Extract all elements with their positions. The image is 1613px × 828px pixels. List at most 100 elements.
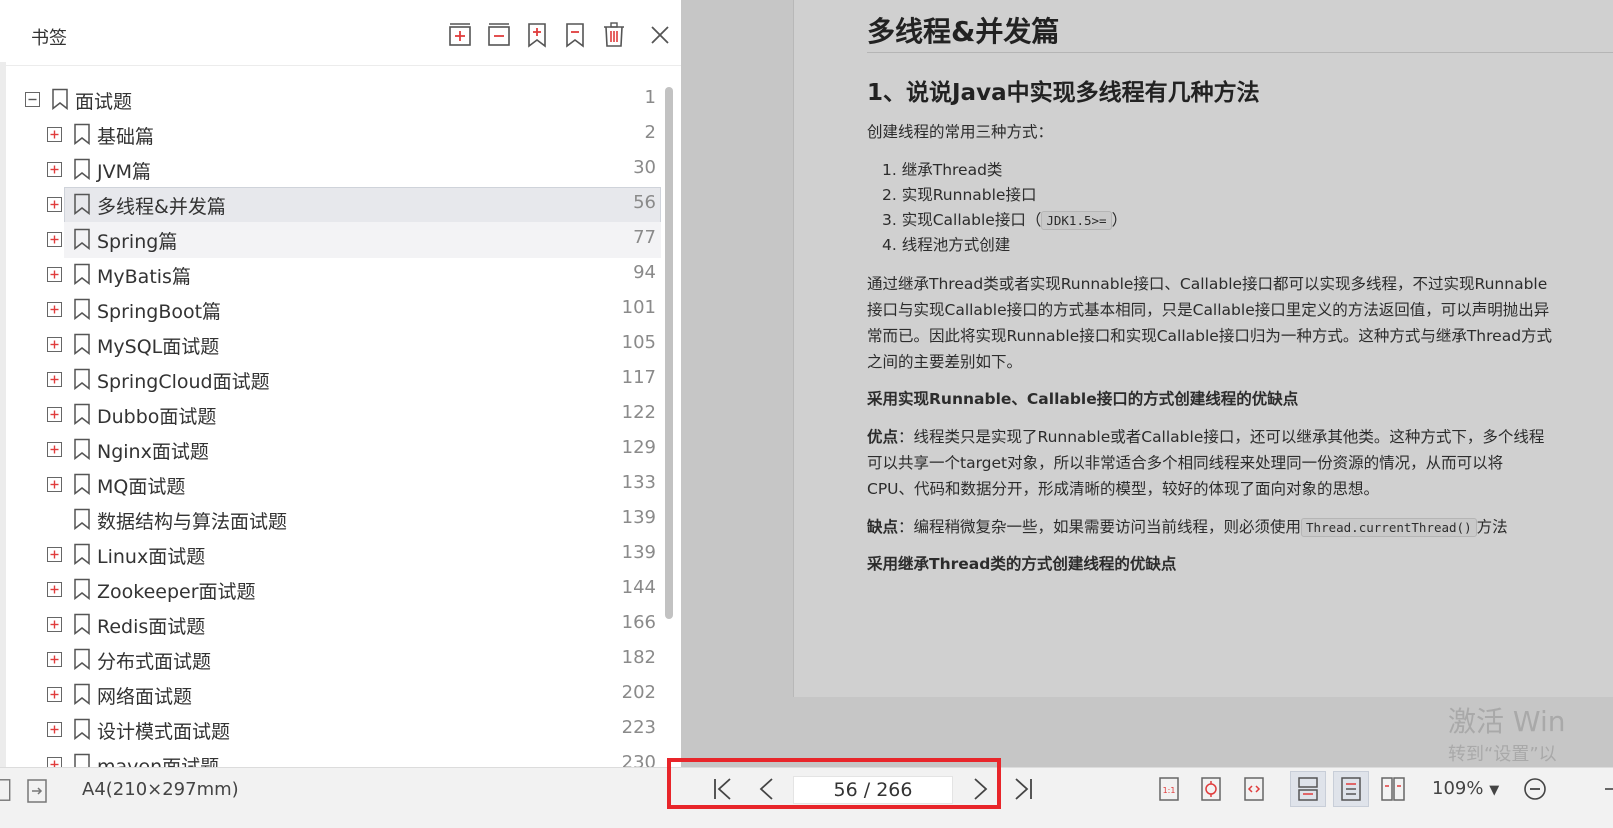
export-page-icon <box>27 779 47 803</box>
remove-bookmark-button[interactable] <box>560 20 590 50</box>
bookmark-icon <box>74 508 90 530</box>
list-item: 1. 继承Thread类 <box>882 161 1003 179</box>
zoom-level-value: 109% <box>1432 778 1484 799</box>
bookmark-label: MySQL面试题 <box>97 336 220 358</box>
bookmark-page-number: 202 <box>621 682 656 703</box>
fit-page-button[interactable] <box>1196 774 1226 804</box>
zoom-slider[interactable] <box>1600 774 1613 804</box>
collapse-all-icon <box>488 23 510 46</box>
bookmark-page-number: 105 <box>621 332 656 353</box>
bookmark-item[interactable]: 网络面试题 202 <box>18 677 678 711</box>
page-thumb-icon[interactable] <box>0 776 12 804</box>
bookmark-label: 多线程&并发篇 <box>97 196 226 218</box>
expand-all-button[interactable] <box>445 20 475 50</box>
expand-toggle-icon[interactable] <box>47 337 62 352</box>
expand-toggle-icon[interactable] <box>47 477 62 492</box>
subheading: 采用继承Thread类的方式创建线程的优缺点 <box>867 555 1177 573</box>
section-heading: 多线程&并发篇 <box>867 15 1060 48</box>
bookmark-item[interactable]: MyBatis篇 94 <box>18 257 678 291</box>
first-page-icon <box>714 778 731 800</box>
bookmark-icon <box>74 263 90 285</box>
next-page-icon <box>974 778 988 800</box>
fit-width-button[interactable] <box>1239 774 1269 804</box>
bookmark-icon <box>74 158 90 180</box>
page-number-input[interactable]: 56 / 266 <box>793 776 953 804</box>
bookmark-page-number: 122 <box>621 402 656 423</box>
expand-toggle-icon[interactable] <box>47 652 62 667</box>
expand-toggle-icon[interactable] <box>47 162 62 177</box>
last-page-button[interactable] <box>1008 774 1038 804</box>
add-bookmark-icon <box>528 23 546 48</box>
zoom-level-dropdown[interactable]: 109% ▼ <box>1432 778 1499 799</box>
bookmark-item[interactable]: Dubbo面试题 122 <box>18 397 678 431</box>
collapse-all-button[interactable] <box>484 20 514 50</box>
bookmark-scrollbar[interactable] <box>665 87 673 619</box>
bookmark-page-number: 166 <box>621 612 656 633</box>
bookmark-page-number: 1 <box>644 87 656 108</box>
bookmark-icon <box>74 543 90 565</box>
expand-toggle-icon[interactable] <box>47 722 62 737</box>
list-item: 4. 线程池方式创建 <box>882 236 1011 254</box>
export-page-button[interactable] <box>22 776 52 806</box>
continuous-view-button[interactable] <box>1290 771 1326 807</box>
expand-toggle-icon[interactable] <box>47 582 62 597</box>
expand-toggle-icon[interactable] <box>47 372 62 387</box>
two-page-button[interactable] <box>1378 774 1408 804</box>
expand-toggle-icon[interactable] <box>47 127 62 142</box>
bookmark-page-number: 133 <box>621 472 656 493</box>
bookmark-icon <box>74 333 90 355</box>
expand-toggle-icon[interactable] <box>47 442 62 457</box>
bookmark-page-number: 56 <box>633 192 656 213</box>
paragraph-line: 通过继承Thread类或者实现Runnable接口、Callable接口都可以实… <box>867 275 1548 293</box>
bookmark-item[interactable]: Redis面试题 166 <box>18 607 678 641</box>
bookmark-label: 面试题 <box>75 91 133 113</box>
expand-toggle-icon[interactable] <box>47 232 62 247</box>
inline-code: JDK1.5>= <box>1041 211 1112 230</box>
bookmark-item[interactable]: 分布式面试题 182 <box>18 642 678 676</box>
prev-page-icon <box>759 778 773 800</box>
delete-bookmark-button[interactable] <box>599 20 629 50</box>
bookmark-item[interactable]: Spring篇 77 <box>18 222 678 258</box>
bookmark-item[interactable]: 面试题 1 <box>18 82 678 116</box>
bookmark-item[interactable]: 数据结构与算法面试题 139 <box>18 502 678 536</box>
first-page-button[interactable] <box>708 774 738 804</box>
bookmark-item[interactable]: SpringCloud面试题 117 <box>18 362 678 396</box>
bookmark-item[interactable]: 多线程&并发篇 56 <box>18 187 678 223</box>
expand-toggle-icon[interactable] <box>47 267 62 282</box>
paragraph-line: 常而已。因此将实现Runnable接口和实现Callable接口归为一种方式。这… <box>867 327 1553 345</box>
activation-watermark-sub: 转到“设置”以 <box>1448 744 1557 765</box>
expand-toggle-icon[interactable] <box>47 407 62 422</box>
collapse-toggle-icon[interactable] <box>25 92 40 107</box>
bookmark-item[interactable]: SpringBoot篇 101 <box>18 292 678 326</box>
bookmark-item[interactable]: 基础篇 2 <box>18 117 678 151</box>
bookmark-item[interactable]: Linux面试题 139 <box>18 537 678 571</box>
bookmark-icon <box>74 403 90 425</box>
expand-toggle-icon[interactable] <box>47 547 62 562</box>
continuous-view-icon <box>1298 777 1318 801</box>
close-panel-button[interactable] <box>645 20 675 50</box>
bookmark-label: Spring篇 <box>97 231 178 253</box>
prev-page-button[interactable] <box>752 774 782 804</box>
expand-toggle-icon[interactable] <box>47 302 62 317</box>
add-bookmark-button[interactable] <box>522 20 552 50</box>
bookmark-item[interactable]: 设计模式面试题 223 <box>18 712 678 746</box>
bookmark-icon <box>74 718 90 740</box>
close-icon <box>651 26 669 44</box>
bookmark-item[interactable]: MySQL面试题 105 <box>18 327 678 361</box>
expand-toggle-icon[interactable] <box>47 197 62 212</box>
next-page-button[interactable] <box>965 774 995 804</box>
expand-toggle-icon[interactable] <box>47 687 62 702</box>
bookmark-item[interactable]: Nginx面试题 129 <box>18 432 678 466</box>
actual-size-button[interactable]: 1:1 <box>1154 774 1184 804</box>
bookmark-panel-header: 书签 <box>0 0 681 66</box>
zoom-out-button[interactable] <box>1520 774 1550 804</box>
bookmark-label: Nginx面试题 <box>97 441 209 463</box>
single-page-icon <box>1341 777 1361 801</box>
document-view[interactable] <box>681 0 1613 767</box>
single-page-button[interactable] <box>1333 771 1369 807</box>
bookmark-item[interactable]: MQ面试题 133 <box>18 467 678 501</box>
bookmark-item[interactable]: JVM篇 30 <box>18 152 678 186</box>
activation-watermark: 激活 Win <box>1448 705 1566 738</box>
bookmark-item[interactable]: Zookeeper面试题 144 <box>18 572 678 606</box>
expand-toggle-icon[interactable] <box>47 617 62 632</box>
